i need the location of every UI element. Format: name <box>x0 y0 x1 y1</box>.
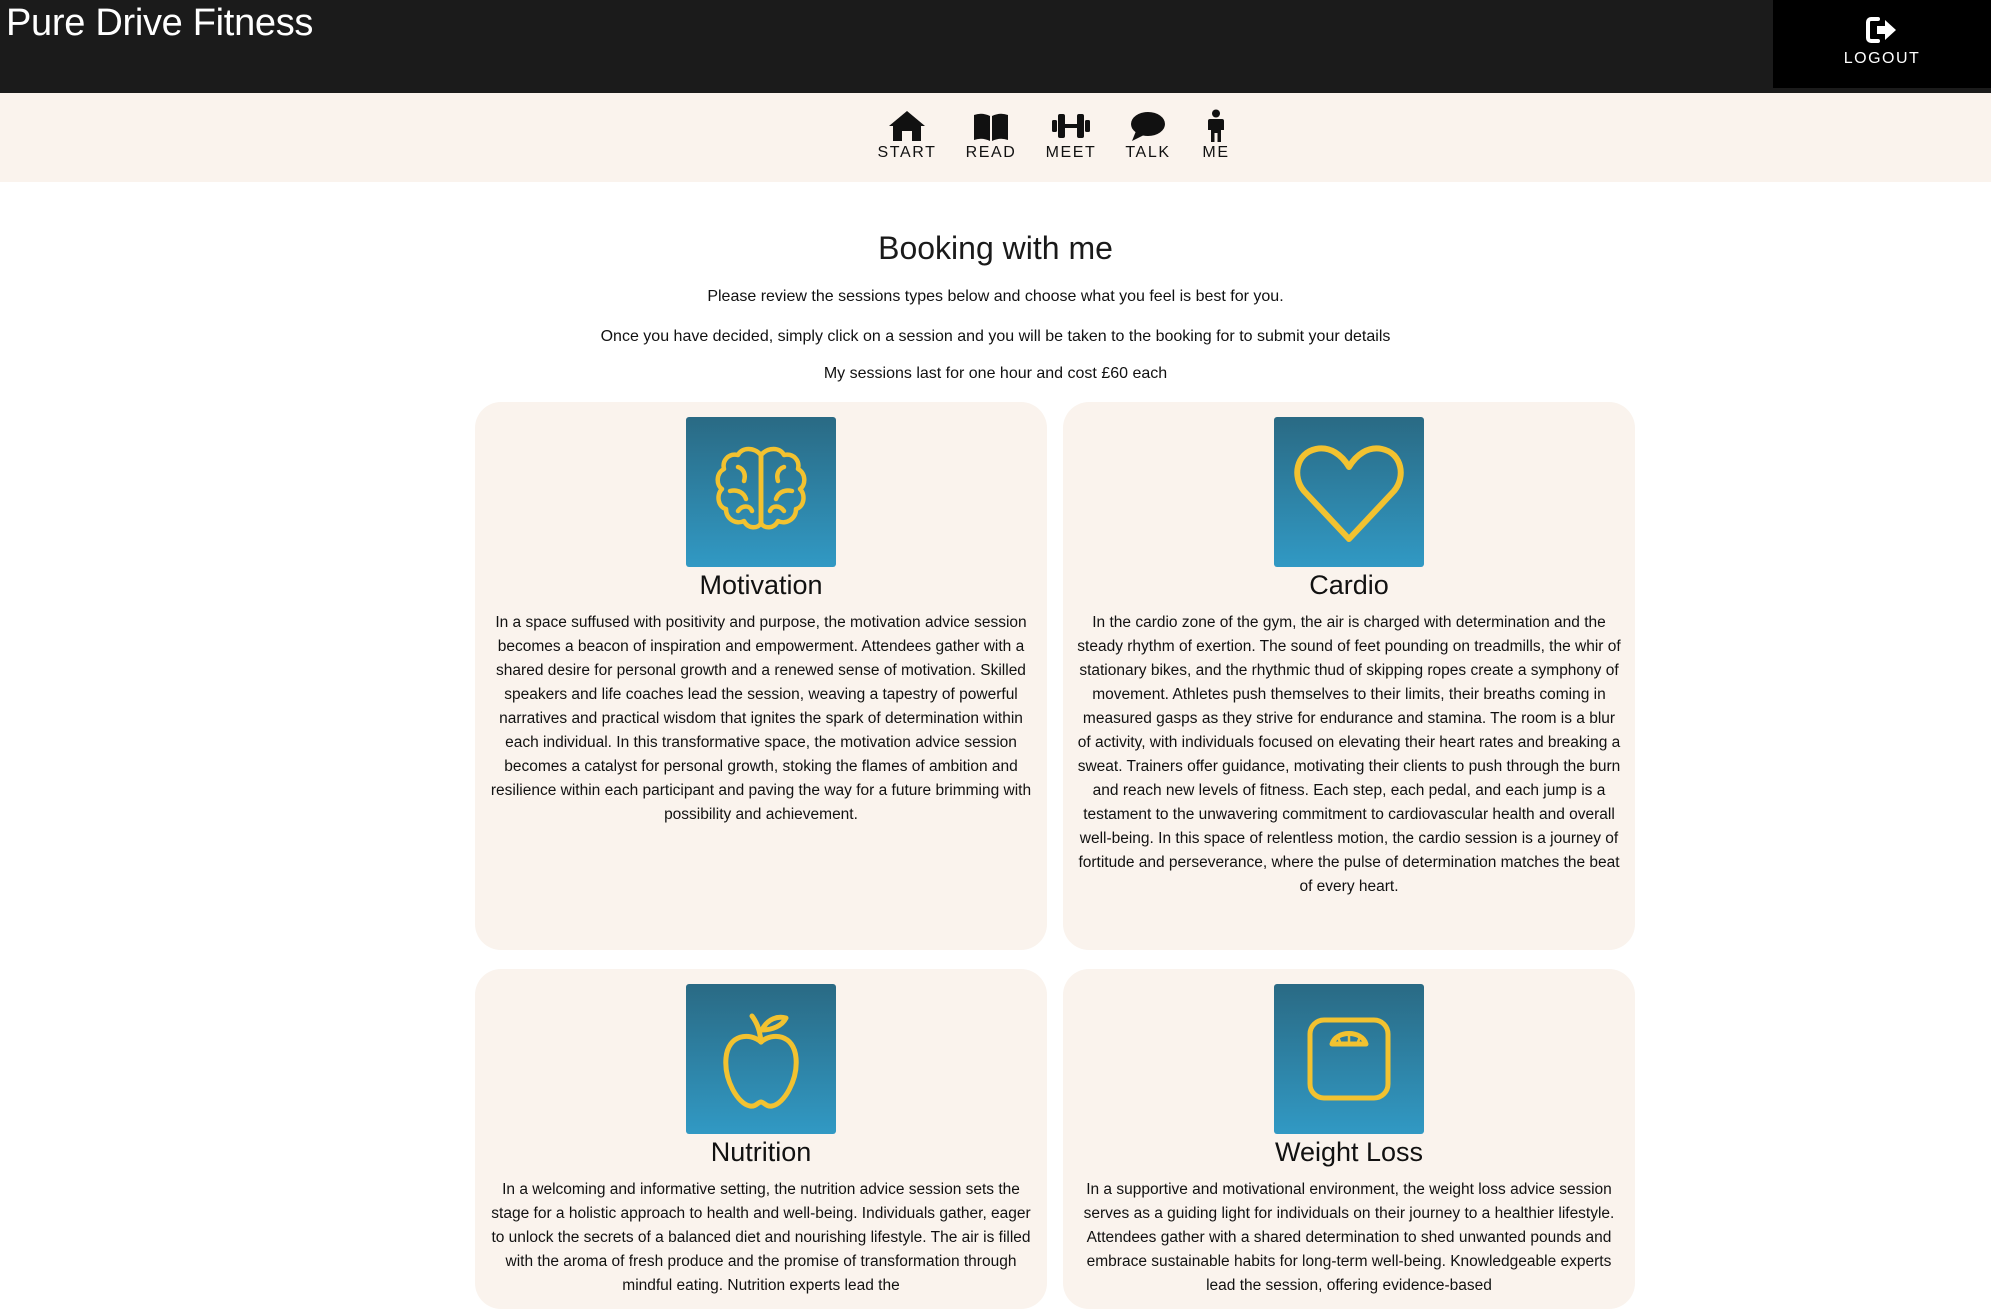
session-card-nutrition[interactable]: Nutrition In a welcoming and informative… <box>475 969 1047 1309</box>
page-title: Booking with me <box>878 230 1113 266</box>
session-card-weight-loss[interactable]: Weight Loss In a supportive and motivati… <box>1063 969 1635 1309</box>
session-description: In a welcoming and informative setting, … <box>491 1181 1031 1294</box>
logout-icon <box>1866 17 1896 43</box>
logout-button[interactable]: LOGOUT <box>1773 0 1991 88</box>
nav-label: ME <box>1202 144 1230 161</box>
nav-label: MEET <box>1045 144 1097 161</box>
intro-text: Please review the sessions types below a… <box>707 288 1284 305</box>
speech-bubble-icon <box>1131 112 1165 141</box>
session-description: In a supportive and motivational environ… <box>1083 1181 1615 1294</box>
nav-item-read[interactable]: READ <box>951 109 1031 162</box>
session-title: Nutrition <box>710 1137 812 1167</box>
person-icon <box>1208 109 1224 142</box>
intro-text: Once you have decided, simply click on a… <box>600 328 1391 345</box>
session-title: Weight Loss <box>1274 1137 1424 1167</box>
book-icon <box>974 113 1008 141</box>
session-card-cardio[interactable]: Cardio In the cardio zone of the gym, th… <box>1063 402 1635 950</box>
nav-item-me[interactable]: ME <box>1176 109 1256 162</box>
session-image <box>1274 417 1424 567</box>
heart-icon <box>1294 445 1404 542</box>
brand-title: Pure Drive Fitness <box>6 2 314 44</box>
session-title: Cardio <box>1309 570 1389 600</box>
session-image <box>686 417 836 567</box>
session-description: In a space suffused with positivity and … <box>490 614 1032 823</box>
session-title: Motivation <box>699 570 823 600</box>
pricing-text: My sessions last for one hour and cost £… <box>823 365 1168 382</box>
apple-icon <box>723 1013 799 1109</box>
brain-icon <box>715 446 807 530</box>
nav-label: READ <box>965 144 1017 161</box>
home-icon <box>889 111 925 141</box>
logout-label: LOGOUT <box>1843 50 1921 67</box>
nav-label: START <box>877 144 937 161</box>
nav-item-start[interactable]: START <box>867 109 947 162</box>
session-description: In the cardio zone of the gym, the air i… <box>1077 614 1621 895</box>
session-card-motivation[interactable]: Motivation In a space suffused with posi… <box>475 402 1047 950</box>
session-image <box>686 984 836 1134</box>
session-image <box>1274 984 1424 1134</box>
dumbbell-icon <box>1052 114 1090 138</box>
main-nav: START READ MEET TALK ME <box>0 93 1991 182</box>
top-header: Pure Drive Fitness LOGOUT <box>0 0 1991 93</box>
nav-item-meet[interactable]: MEET <box>1031 109 1111 162</box>
scale-icon <box>1307 1017 1391 1101</box>
